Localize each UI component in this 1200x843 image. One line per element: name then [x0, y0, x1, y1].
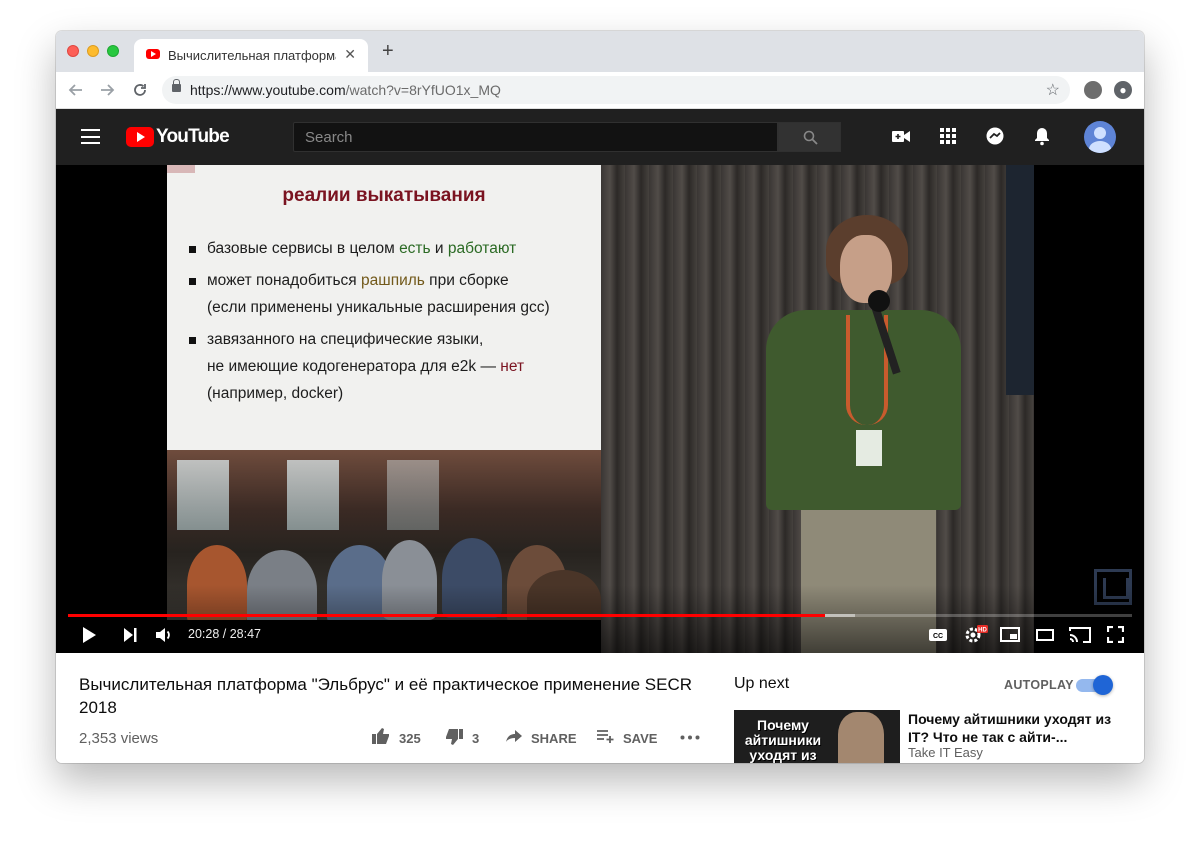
bookmark-star-icon[interactable]: ☆ — [1046, 80, 1060, 100]
url-text[interactable]: https://www.youtube.com/watch?v=8rYfUO1x… — [190, 82, 501, 98]
bullet-highlight: нет — [500, 358, 525, 375]
save-button[interactable]: SAVE — [623, 731, 657, 746]
save-playlist-icon[interactable] — [596, 729, 614, 743]
reload-icon[interactable] — [132, 82, 148, 98]
youtube-play-logo-icon — [126, 127, 154, 147]
thumbnail-face — [838, 712, 884, 763]
like-count[interactable]: 325 — [399, 731, 421, 746]
bullet-highlight: есть — [399, 240, 431, 257]
video-title: Вычислительная платформа "Эльбрус" и её … — [79, 675, 693, 717]
progress-bar[interactable] — [68, 614, 1132, 617]
dislike-count[interactable]: 3 — [472, 731, 479, 746]
bullet-text: может понадобиться — [207, 272, 362, 289]
toggle-knob — [1093, 675, 1113, 695]
captions-icon[interactable]: CC — [928, 628, 948, 642]
speaker-badge — [856, 430, 882, 466]
video-info-section: Вычислительная платформа "Эльбрус" и её … — [56, 653, 1144, 763]
tab-title: Вычислительная платформа " — [168, 48, 336, 63]
progress-played — [68, 614, 825, 617]
profile-menu-icon[interactable]: ● — [1114, 81, 1132, 99]
video-player[interactable]: реалии выкатывания базовые сервисы в цел… — [56, 165, 1144, 653]
slide-title: реалии выкатывания — [282, 185, 486, 206]
time-display: 20:28 / 28:47 — [188, 627, 261, 641]
back-arrow-icon[interactable] — [68, 82, 84, 98]
youtube-logo-text: YouTube — [156, 126, 230, 147]
slide-bullet-3: завязанного на специфические языки, не им… — [187, 326, 597, 407]
bullet-text: (если применены уникальные расширения gc… — [207, 299, 550, 316]
search-icon — [803, 130, 818, 145]
thumbnail-text: Почему айтишники уходят из — [744, 717, 822, 763]
tab-strip: Вычислительная платформа " ✕ + — [56, 31, 1144, 72]
address-bar[interactable]: https://www.youtube.com/watch?v=8rYfUO1x… — [162, 76, 1070, 104]
extension-avatar-icon[interactable] — [1084, 81, 1102, 99]
browser-window: Вычислительная платформа " ✕ + https://w… — [56, 31, 1144, 763]
search-button[interactable] — [778, 122, 841, 152]
maximize-window-button[interactable] — [107, 45, 119, 57]
bullet-text: завязанного на специфические языки, — [207, 331, 484, 348]
browser-tab[interactable]: Вычислительная платформа " ✕ — [134, 39, 368, 72]
view-count: 2,353 views — [79, 730, 159, 747]
user-avatar[interactable] — [1084, 121, 1116, 153]
like-thumb-up-icon[interactable] — [371, 727, 391, 745]
apps-grid-icon[interactable] — [938, 126, 958, 146]
lock-icon — [172, 79, 181, 92]
volume-icon[interactable] — [155, 626, 173, 644]
tab-close-icon[interactable]: ✕ — [344, 46, 356, 63]
bullet-text: не имеющие кодогенератора для e2k — — [207, 358, 501, 375]
slide-bullets: базовые сервисы в целом есть и работают … — [187, 235, 597, 412]
slide-bullet-2: может понадобиться рашпиль при сборке (ес… — [187, 267, 597, 321]
slide-bullet-1: базовые сервисы в целом есть и работают — [187, 235, 597, 262]
autoplay-label: AUTOPLAY — [1004, 678, 1074, 692]
more-actions-icon[interactable] — [680, 735, 700, 740]
notifications-bell-icon[interactable] — [1032, 126, 1052, 146]
create-video-icon[interactable] — [891, 126, 911, 146]
slide-corner-decoration — [167, 165, 195, 173]
up-next-heading: Up next — [734, 675, 790, 692]
recommended-video-title[interactable]: Почему айтишники уходят из IT? Что не та… — [908, 710, 1133, 746]
messages-icon[interactable] — [985, 126, 1005, 146]
url-path: /watch?v=8rYfUO1x_MQ — [345, 82, 501, 98]
window-decoration — [387, 460, 439, 530]
stage-screen — [1006, 165, 1034, 395]
bullet-text: (например, docker) — [207, 385, 344, 402]
theater-mode-icon[interactable] — [1036, 629, 1054, 641]
minimize-window-button[interactable] — [87, 45, 99, 57]
presentation-slide: реалии выкатывания базовые сервисы в цел… — [167, 165, 601, 450]
bullet-text: базовые сервисы в целом — [207, 240, 400, 257]
play-icon[interactable] — [81, 626, 97, 644]
bullet-text: и — [430, 240, 448, 257]
next-video-icon[interactable] — [122, 626, 138, 644]
svg-text:CC: CC — [933, 633, 943, 640]
youtube-masthead: YouTube Search — [56, 109, 1144, 165]
bullet-highlight: работают — [447, 240, 517, 257]
share-button[interactable]: SHARE — [531, 731, 577, 746]
fullscreen-icon[interactable] — [1107, 626, 1124, 643]
window-decoration — [287, 460, 339, 530]
bullet-highlight: рашпиль — [361, 272, 425, 289]
dislike-thumb-down-icon[interactable] — [444, 728, 464, 746]
miniplayer-icon[interactable] — [1000, 627, 1020, 642]
settings-gear-icon[interactable]: HD — [964, 624, 988, 644]
search-placeholder: Search — [305, 129, 353, 146]
recommended-video-channel[interactable]: Take IT Easy — [908, 745, 983, 760]
close-window-button[interactable] — [67, 45, 79, 57]
share-arrow-icon[interactable] — [505, 729, 523, 743]
microphone — [868, 290, 890, 312]
recommended-video-thumbnail[interactable]: Почему айтишники уходят из — [734, 710, 900, 763]
guide-menu-icon[interactable] — [81, 129, 100, 144]
youtube-favicon-icon — [146, 49, 160, 59]
url-host: https://www.youtube.com — [190, 82, 346, 98]
svg-text:HD: HD — [978, 628, 987, 634]
new-tab-button[interactable]: + — [382, 40, 394, 63]
cast-icon[interactable] — [1069, 626, 1091, 643]
autoplay-toggle[interactable] — [1076, 675, 1113, 695]
forward-arrow-icon[interactable] — [99, 82, 115, 98]
browser-toolbar: https://www.youtube.com/watch?v=8rYfUO1x… — [56, 72, 1144, 109]
window-decoration — [177, 460, 229, 530]
search-input[interactable]: Search — [293, 122, 778, 152]
bullet-text: при сборке — [424, 272, 509, 289]
